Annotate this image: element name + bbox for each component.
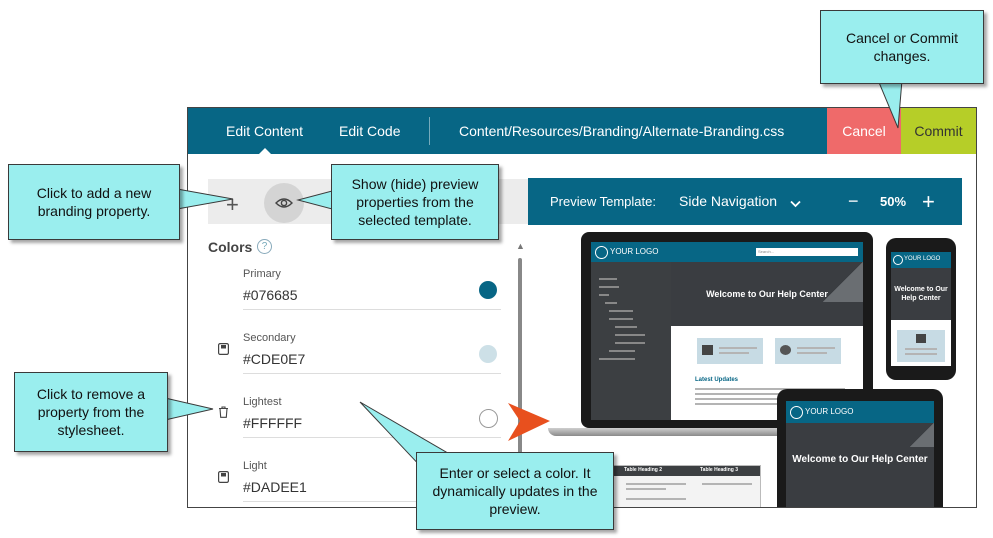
- logo-icon: [595, 246, 608, 259]
- table-cell: [626, 488, 666, 490]
- callout-commit: Cancel or Commit changes.: [820, 10, 984, 84]
- field-underline: [243, 373, 501, 374]
- phone-screen: YOUR LOGO Welcome to Our Help Center: [891, 252, 951, 366]
- table-heading: Table Heading 3: [700, 467, 738, 473]
- check-icon: [702, 345, 713, 355]
- tile-text: [719, 352, 749, 354]
- nav-item: [599, 278, 617, 280]
- color-swatch-secondary[interactable]: [479, 345, 497, 363]
- property-value-primary[interactable]: #076685: [243, 287, 298, 303]
- table-cell: [626, 483, 686, 485]
- hero-graphic: [823, 262, 863, 302]
- color-swatch-lightest[interactable]: [479, 409, 498, 428]
- zoom-level: 50%: [880, 194, 907, 209]
- site-header: YOUR LOGO: [786, 401, 934, 423]
- property-label-light: Light: [243, 460, 267, 472]
- field-underline: [243, 309, 501, 310]
- nav-item: [599, 294, 609, 296]
- tile: [697, 338, 763, 364]
- logo-icon: [893, 255, 903, 265]
- nav-item: [609, 318, 633, 320]
- tile-text: [905, 348, 937, 350]
- site-header: YOUR LOGO Search...: [591, 242, 863, 262]
- nav-item: [615, 334, 645, 336]
- check-icon: [916, 334, 926, 343]
- logo-text: YOUR LOGO: [805, 407, 854, 416]
- hero-banner: Welcome to Our Help Center: [891, 268, 951, 320]
- trash-icon[interactable]: [218, 405, 229, 423]
- file-path: Content/Resources/Branding/Alternate-Bra…: [459, 123, 785, 139]
- logo-text: YOUR LOGO: [904, 256, 941, 262]
- nav-item: [615, 326, 637, 328]
- tile-text: [797, 352, 827, 354]
- property-label-primary: Primary: [243, 268, 281, 280]
- callout-add-property: Click to add a new branding property.: [8, 164, 180, 240]
- nav-item: [599, 286, 619, 288]
- latest-updates-heading: Latest Updates: [695, 377, 739, 383]
- logo-text: YOUR LOGO: [610, 247, 659, 256]
- template-select[interactable]: Side Navigation: [679, 178, 777, 225]
- tablet-device: YOUR LOGO Welcome to Our Help Center: [777, 389, 943, 507]
- property-label-secondary: Secondary: [243, 332, 296, 344]
- logo-icon: [790, 406, 803, 419]
- callout-pointer: [877, 80, 903, 129]
- tab-edit-code[interactable]: Edit Code: [339, 108, 400, 154]
- preview-template-label: Preview Template:: [550, 194, 656, 209]
- tab-edit-content[interactable]: Edit Content: [226, 108, 303, 155]
- scroll-up-arrow[interactable]: ▲: [516, 241, 525, 251]
- tile: [897, 330, 945, 362]
- side-navigation: [591, 262, 671, 420]
- nav-item: [609, 350, 635, 352]
- callout-pointer: [296, 189, 336, 211]
- help-icon[interactable]: ?: [257, 239, 272, 254]
- color-swatch-primary[interactable]: [479, 281, 497, 299]
- zoom-in-button[interactable]: +: [922, 178, 935, 225]
- property-value-secondary[interactable]: #CDE0E7: [243, 351, 305, 367]
- zoom-out-button[interactable]: −: [848, 178, 859, 225]
- branding-editor: Edit Content Edit Code Content/Resources…: [187, 107, 977, 508]
- property-value-light[interactable]: #DADEE1: [243, 479, 307, 495]
- nav-item: [605, 302, 617, 304]
- site-search: Search...: [756, 248, 858, 256]
- toolbar-divider: [429, 117, 430, 145]
- phone-device: YOUR LOGO Welcome to Our Help Center: [886, 238, 956, 380]
- callout-remove-property: Click to remove a property from the styl…: [14, 372, 168, 452]
- tile-text: [905, 353, 937, 355]
- callout-pointer: [165, 397, 214, 421]
- reset-property-icon[interactable]: [218, 470, 230, 488]
- hero-graphic: [910, 423, 934, 447]
- nav-item: [615, 342, 645, 344]
- tile-text: [719, 347, 757, 349]
- preview-pointer-arrow: [508, 403, 550, 441]
- chevron-down-icon[interactable]: [790, 195, 801, 213]
- table-cell: [702, 483, 752, 485]
- table-heading: Table Heading 2: [624, 467, 662, 473]
- table-header-row: Table Heading 2 Table Heading 3: [606, 466, 760, 476]
- callout-show-hide: Show (hide) preview properties from the …: [331, 164, 499, 240]
- gear-icon: [780, 345, 791, 355]
- nav-item: [609, 310, 633, 312]
- table-cell: [626, 498, 686, 500]
- nav-item: [599, 358, 635, 360]
- property-label-lightest: Lightest: [243, 396, 282, 408]
- preview-toolbar: Preview Template: Side Navigation − 50% …: [528, 178, 962, 225]
- site-header: YOUR LOGO: [891, 252, 951, 268]
- table-preview: Table Heading 2 Table Heading 3: [605, 465, 761, 507]
- colors-section-title: Colors: [208, 239, 253, 255]
- tile: [775, 338, 841, 364]
- tablet-screen: YOUR LOGO Welcome to Our Help Center: [786, 401, 934, 507]
- tile-text: [797, 347, 835, 349]
- property-value-lightest[interactable]: #FFFFFF: [243, 415, 302, 431]
- reset-property-icon[interactable]: [218, 342, 230, 360]
- callout-pointer: [177, 188, 234, 210]
- callout-color: Enter or select a color. It dynamically …: [416, 452, 614, 530]
- top-toolbar: Edit Content Edit Code Content/Resources…: [188, 108, 976, 155]
